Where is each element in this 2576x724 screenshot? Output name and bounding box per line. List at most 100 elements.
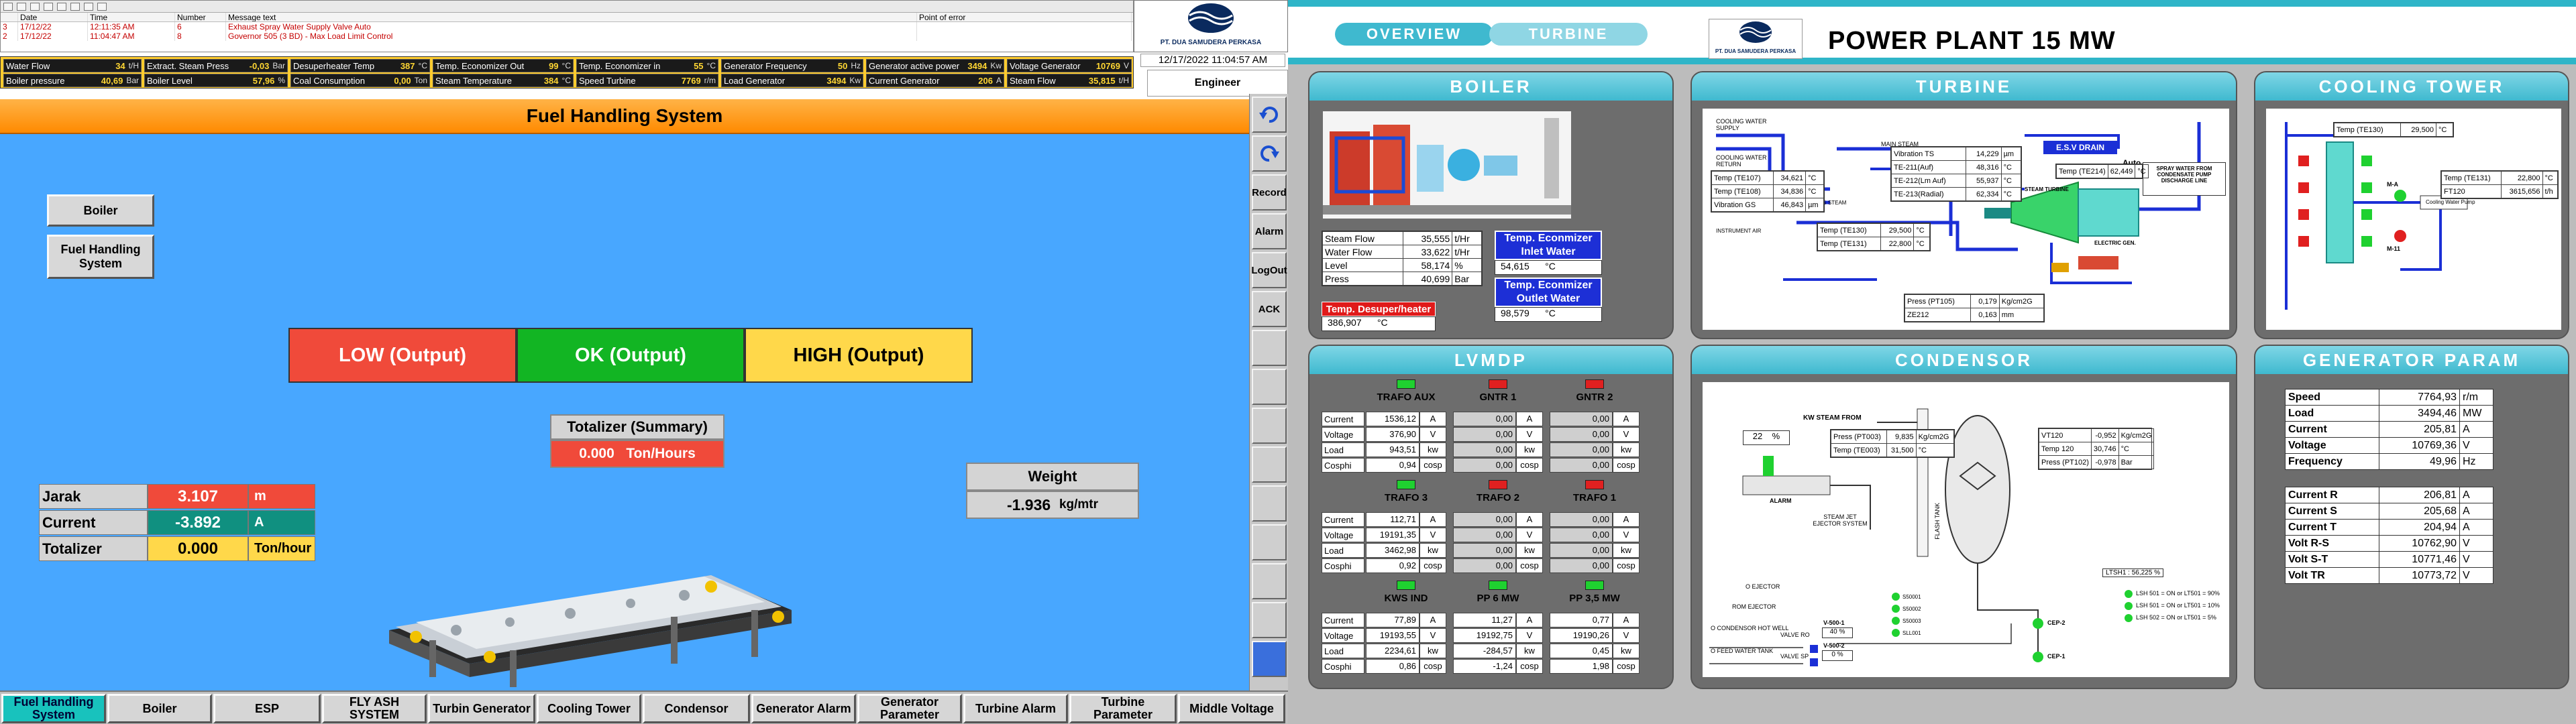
status-value: 50 — [837, 60, 848, 71]
lvmdp-value: 3462,98 — [1366, 543, 1419, 558]
status-value: 7769 — [681, 75, 701, 86]
sensor-label: SLL001 — [1902, 630, 1921, 636]
status-value: 3494 — [967, 60, 987, 71]
sensor-label: S50003 — [1902, 618, 1921, 624]
toolbar-icon[interactable] — [3, 2, 13, 11]
lvmdp-cell: 0,77 A — [1550, 613, 1640, 627]
lvmdp-value: 2234,61 — [1366, 644, 1419, 658]
row-label: Press — [1322, 272, 1403, 286]
nav-turbin-generator[interactable]: Turbin Generator — [428, 694, 535, 723]
status-cell: Steam Temperature 384 °C — [433, 74, 574, 87]
generator-table-2: Current R 206,81 A Current S 205,68 A Current … — [2285, 487, 2493, 584]
row-value: 30,746 — [2090, 442, 2119, 456]
nav-boiler[interactable]: Boiler — [107, 694, 212, 723]
toolbar-icon[interactable] — [30, 2, 40, 11]
status-value: 384 — [543, 75, 559, 86]
lvmdp-unit: V — [1419, 628, 1446, 643]
nav-turbine-parameter[interactable]: Turbine Parameter — [1069, 694, 1177, 723]
status-label: Voltage Generator — [1010, 60, 1081, 71]
toolbar-icon[interactable] — [44, 2, 53, 11]
alarm-button[interactable]: Alarm — [1252, 213, 1287, 249]
tab-overview[interactable]: OVERVIEW — [1335, 23, 1493, 46]
redo-button[interactable] — [1252, 135, 1287, 172]
status-label: Extract. Steam Press — [147, 60, 229, 71]
toolbar-icon[interactable] — [70, 2, 80, 11]
status-cell: Speed Turbine 7769 r/m — [576, 74, 718, 87]
alarm-row[interactable]: 2 17/12/22 11:04:47 AM 8 Governor 505 (3… — [1, 32, 1133, 41]
nav-condensor[interactable]: Condensor — [643, 694, 750, 723]
empty-rail-button[interactable] — [1252, 485, 1287, 522]
nav-middle-voltage[interactable]: Middle Voltage — [1178, 694, 1285, 723]
valve-unit: % — [1837, 651, 1843, 658]
empty-rail-button[interactable] — [1252, 408, 1287, 444]
fuel-handling-button[interactable]: Fuel Handling System — [47, 235, 154, 279]
totalizer-value-box: 0.000 Ton/Hours — [550, 440, 724, 468]
toolbar-icon[interactable] — [17, 2, 26, 11]
col-header: Number — [175, 13, 226, 21]
nav-generator-parameter[interactable]: Generator Parameter — [857, 694, 962, 723]
boiler-button[interactable]: Boiler — [47, 194, 154, 227]
row-label: Vibration TS — [1891, 147, 1966, 161]
main-view: Boiler Fuel Handling System LOW (Output)… — [0, 134, 1249, 690]
ack-button[interactable]: ACK — [1252, 291, 1287, 327]
lvmdp-value: 0,86 — [1366, 659, 1419, 674]
lvmdp-group-name: TRAFO 1 — [1572, 492, 1617, 503]
empty-rail-button[interactable] — [1252, 330, 1287, 366]
generator-row: Volt TR 10773,72 V — [2285, 567, 2493, 584]
lvmdp-cell: 376,90 V — [1366, 427, 1446, 442]
lvmdp-unit: A — [1516, 512, 1543, 527]
row-label: Temp (TE130) — [2333, 123, 2402, 137]
empty-rail-button[interactable] — [1252, 369, 1287, 405]
toolbar-icon[interactable] — [57, 2, 66, 11]
status-cell: Generator Frequency 50 Hz — [721, 59, 863, 72]
reading-value: -3.892 — [148, 510, 248, 535]
alarm-row[interactable]: 3 17/12/22 12:11:35 AM 6 Exhaust Spray W… — [1, 22, 1133, 32]
nav-fuel-handling[interactable]: Fuel Handling System — [1, 694, 106, 723]
user-display[interactable]: Engineer — [1147, 70, 1288, 97]
row-label: Current — [2285, 421, 2379, 438]
lvmdp-value: 376,90 — [1366, 427, 1419, 442]
nav-turbine-alarm[interactable]: Turbine Alarm — [963, 694, 1068, 723]
lvmdp-value: 0,00 — [1453, 528, 1516, 542]
eco-inlet-value-box: 54,615 °C — [1495, 260, 1602, 275]
record-button[interactable]: Record — [1252, 174, 1287, 210]
reading-label: Totalizer — [39, 536, 148, 561]
cooling-tower-icon — [2285, 122, 2468, 310]
lvmdp-value: 943,51 — [1366, 442, 1419, 457]
nav-fly-ash[interactable]: FLY ASH SYSTEM — [322, 694, 427, 723]
status-unit: Bar — [126, 76, 139, 85]
nav-cooling-tower[interactable]: Cooling Tower — [537, 694, 641, 723]
toolbar-icon[interactable] — [97, 2, 107, 11]
wave-logo-icon — [1188, 3, 1234, 33]
empty-rail-button[interactable] — [1252, 446, 1287, 483]
power-plant-overview: OVERVIEW TURBINE PT. DUA SAMUDERA PERKAS… — [1288, 0, 2576, 724]
empty-rail-button[interactable] — [1252, 563, 1287, 599]
lvmdp-unit: V — [1419, 528, 1446, 542]
empty-rail-button[interactable] — [1252, 641, 1287, 677]
row-label: Voltage — [2285, 437, 2379, 454]
nav-generator-alarm[interactable]: Generator Alarm — [751, 694, 856, 723]
tab-turbine[interactable]: TURBINE — [1489, 23, 1648, 46]
row-value: 40,699 — [1402, 272, 1453, 286]
row-label: Current S — [2285, 503, 2379, 520]
row-value: 62,334 — [1965, 187, 2002, 201]
toolbar-icon[interactable] — [84, 2, 93, 11]
status-value: 57,96 — [252, 75, 275, 86]
logout-button[interactable]: LogOut — [1251, 252, 1287, 288]
status-label: Desuperheater Temp — [293, 60, 375, 71]
lvmdp-value: 0,00 — [1550, 512, 1613, 527]
boiler-table: Steam Flow 35,555 t/Hr Water Flow 33,622 t/H… — [1322, 231, 1483, 286]
nav-esp[interactable]: ESP — [213, 694, 321, 723]
status-lamp-icon — [1585, 581, 1604, 590]
status-cell: Voltage Generator 10769 V — [1007, 59, 1132, 72]
empty-rail-button[interactable] — [1252, 602, 1287, 638]
lvmdp-cell: 11,27 A — [1453, 613, 1543, 627]
logo-text: PT. DUA SAMUDERA PERKASA — [1160, 39, 1262, 46]
empty-rail-button[interactable] — [1252, 524, 1287, 560]
temp-table-mid: Temp (TE130) 29,500 °C Temp (TE131) 22,800 °… — [1817, 223, 1931, 251]
row-unit: mm — [1998, 308, 2045, 322]
undo-button[interactable] — [1252, 97, 1287, 133]
sensor-list: S50001 S50002 S50003 SLL001 — [1902, 591, 1921, 640]
status-label: Generator active power — [869, 60, 960, 71]
lvmdp-value: 0,92 — [1366, 558, 1419, 573]
